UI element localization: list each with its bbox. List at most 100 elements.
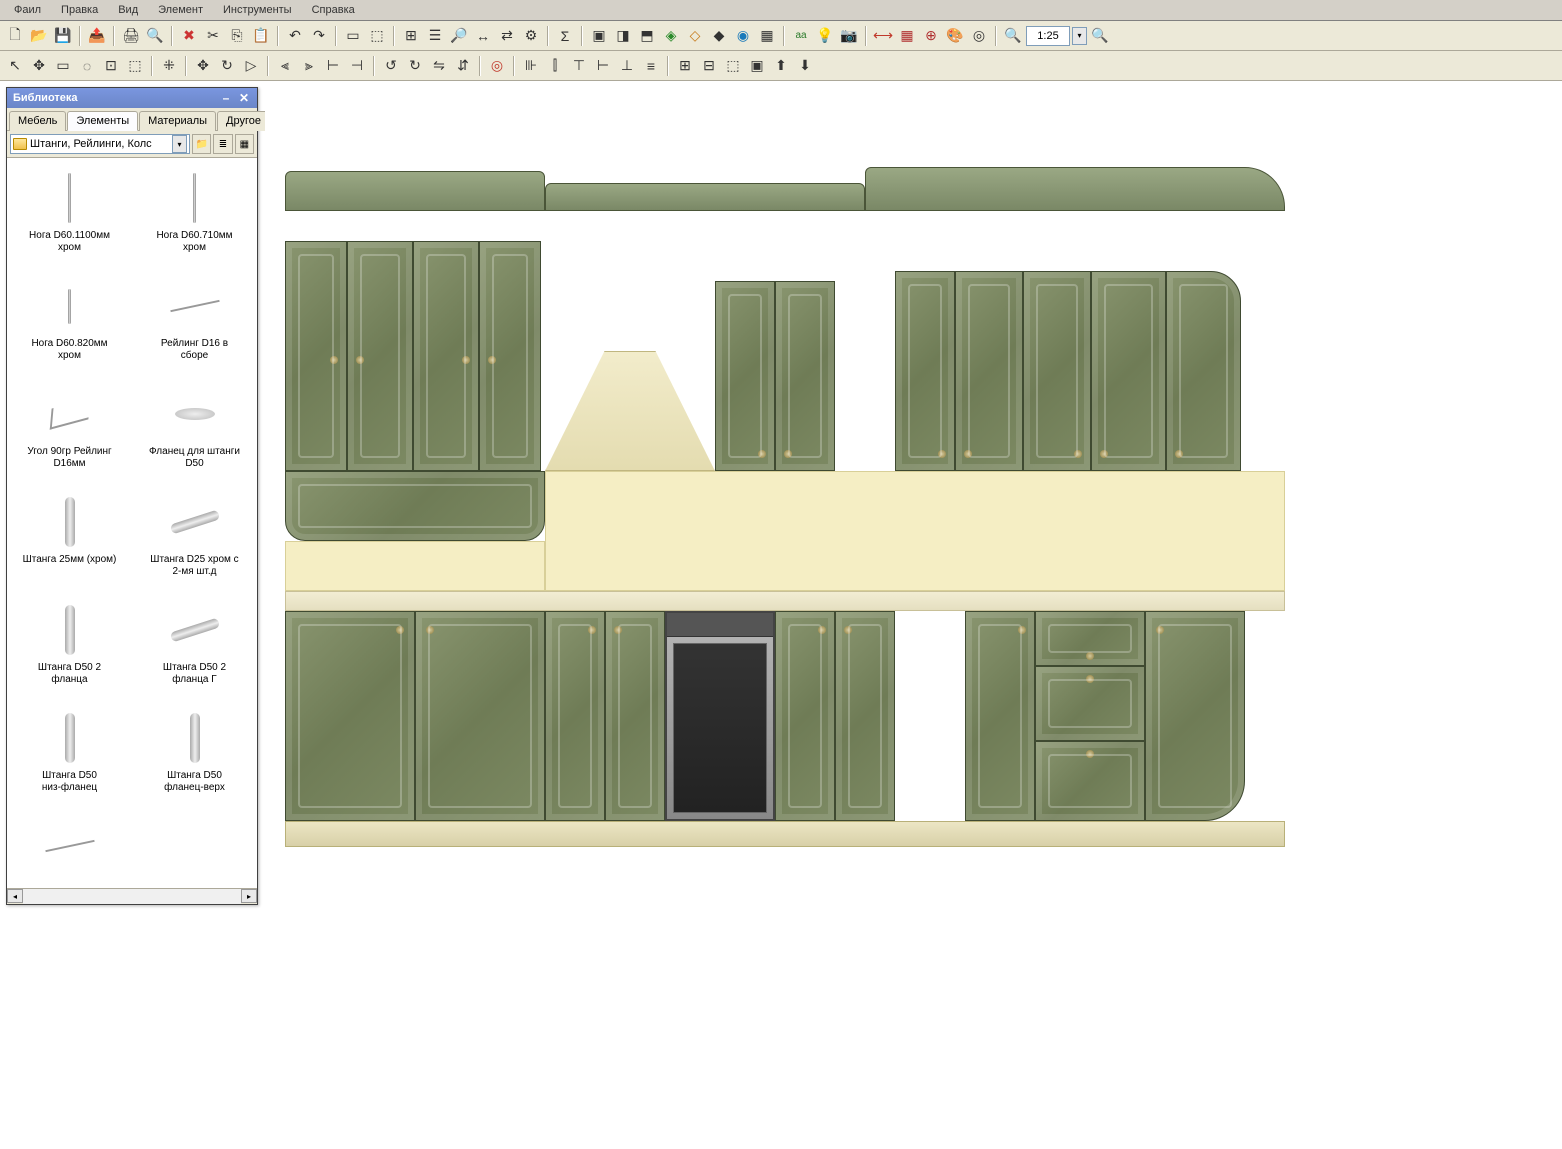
menu-help[interactable]: Справка [304, 2, 363, 18]
layers-icon[interactable]: ☰ [424, 25, 446, 47]
align-hcenter-icon[interactable]: ⊣ [346, 55, 368, 77]
scroll-right-icon[interactable]: ▸ [241, 889, 257, 903]
tab-elements[interactable]: Элементы [67, 111, 138, 131]
dimensions-icon[interactable]: ⟷ [872, 25, 894, 47]
folder-combo[interactable]: ▾ [10, 134, 190, 154]
menu-file[interactable]: Фаил [6, 2, 49, 18]
scroll-left-icon[interactable]: ◂ [7, 889, 23, 903]
tab-materials[interactable]: Материалы [139, 111, 216, 131]
replace-icon[interactable]: ⇄ [496, 25, 518, 47]
horizontal-scrollbar[interactable]: ◂ ▸ [7, 888, 257, 904]
folder-path-input[interactable] [30, 138, 172, 150]
center-target-icon[interactable]: ◎ [486, 55, 508, 77]
color-wheel-icon[interactable]: 🎨 [944, 25, 966, 47]
pointer-icon[interactable]: ↖ [4, 55, 26, 77]
distribute-h-icon[interactable]: ⊪ [520, 55, 542, 77]
design-canvas[interactable] [265, 111, 1552, 1011]
find-icon[interactable]: 🔎 [448, 25, 470, 47]
measure-icon[interactable]: ↔ [472, 25, 494, 47]
save-icon[interactable]: 💾 [52, 25, 74, 47]
scroll-track[interactable] [23, 889, 241, 904]
align-top-icon[interactable]: ⊤ [568, 55, 590, 77]
list-item[interactable]: Штанга D25 хром с 2-мя шт.д [134, 488, 255, 592]
move-grid-icon[interactable]: ⁜ [158, 55, 180, 77]
light-icon[interactable]: 💡 [814, 25, 836, 47]
zoom-in-icon[interactable]: 🔍 [1089, 25, 1111, 47]
snap-icon[interactable]: ⊕ [920, 25, 942, 47]
align-middle-icon[interactable]: ⊢ [592, 55, 614, 77]
redo-icon[interactable]: ↷ [308, 25, 330, 47]
copy-icon[interactable]: ⎘ [226, 25, 248, 47]
rotate-ccw-icon[interactable]: ↺ [380, 55, 402, 77]
ungroup-icon[interactable]: ⊟ [698, 55, 720, 77]
menu-view[interactable]: Вид [110, 2, 146, 18]
menu-edit[interactable]: Правка [53, 2, 106, 18]
properties-icon[interactable]: ⚙ [520, 25, 542, 47]
grid-icon[interactable]: ▦ [896, 25, 918, 47]
list-item[interactable]: Штанга D50 2 фланца Г [134, 596, 255, 700]
rotate-cw-icon[interactable]: ↻ [404, 55, 426, 77]
group-icon[interactable]: ⊞ [674, 55, 696, 77]
render-settings-icon[interactable]: ▦ [756, 25, 778, 47]
view-render-icon[interactable]: ◉ [732, 25, 754, 47]
delete-icon[interactable]: ✖ [178, 25, 200, 47]
rect-select-icon[interactable]: ▭ [52, 55, 74, 77]
tab-furniture[interactable]: Мебель [9, 111, 66, 131]
select-tool-icon[interactable]: ▭ [342, 25, 364, 47]
list-item[interactable]: Штанга 25мм (хром) [9, 488, 130, 592]
sum-icon[interactable]: Σ [554, 25, 576, 47]
list-item[interactable]: Штанга D50 2 фланца [9, 596, 130, 700]
menu-element[interactable]: Элемент [150, 2, 211, 18]
list-item[interactable]: Нога D60.820мм хром [9, 272, 130, 376]
move-precise-icon[interactable]: ▷ [240, 55, 262, 77]
order-forward-icon[interactable]: ⬆ [770, 55, 792, 77]
align-center-icon[interactable]: ⫸ [298, 55, 320, 77]
view-side-icon[interactable]: ◨ [612, 25, 634, 47]
order-backward-icon[interactable]: ⬇ [794, 55, 816, 77]
space-equal-icon[interactable]: ≡ [640, 55, 662, 77]
list-item[interactable]: Штанга D50 низ-фланец [9, 704, 130, 808]
align-bottom-icon[interactable]: ⊥ [616, 55, 638, 77]
order-front-icon[interactable]: ⬚ [722, 55, 744, 77]
undo-icon[interactable]: ↶ [284, 25, 306, 47]
select-all-icon[interactable]: ⬚ [366, 25, 388, 47]
close-icon[interactable]: ✕ [237, 91, 251, 105]
tab-other[interactable]: Другое [217, 111, 270, 131]
view-front-icon[interactable]: ▣ [588, 25, 610, 47]
marquee-icon[interactable]: ⬚ [124, 55, 146, 77]
view-top-icon[interactable]: ⬒ [636, 25, 658, 47]
scale-input[interactable] [1026, 26, 1070, 46]
list-item[interactable]: Рейлинг D16 в сборе [134, 272, 255, 376]
panel-titlebar[interactable]: Библиотека – ✕ [7, 88, 257, 108]
target-icon[interactable]: ◎ [968, 25, 990, 47]
library-items[interactable]: Нога D60.1100мм хром Нога D60.710мм хром… [7, 158, 257, 888]
lasso-icon[interactable]: ◌ [76, 55, 98, 77]
zoom-out-icon[interactable]: 🔍 [1002, 25, 1024, 47]
distribute-v-icon[interactable]: ⫿ [544, 55, 566, 77]
cut-icon[interactable]: ✂ [202, 25, 224, 47]
pan-icon[interactable]: ✥ [28, 55, 50, 77]
chevron-down-icon[interactable]: ▾ [172, 135, 187, 153]
node-icon[interactable]: ⊡ [100, 55, 122, 77]
align-right-icon[interactable]: ⊢ [322, 55, 344, 77]
kitchen-model[interactable] [285, 171, 1285, 951]
mirror-v-icon[interactable]: ⇵ [452, 55, 474, 77]
view-3d-icon[interactable]: ◈ [660, 25, 682, 47]
export-icon[interactable]: 📤 [86, 25, 108, 47]
mirror-h-icon[interactable]: ⇋ [428, 55, 450, 77]
new-file-icon[interactable]: 🗋 [4, 25, 26, 47]
camera-icon[interactable]: 📷 [838, 25, 860, 47]
grid-view-icon[interactable]: ▦ [235, 134, 254, 154]
minimize-icon[interactable]: – [219, 91, 233, 105]
order-back-icon[interactable]: ▣ [746, 55, 768, 77]
text-label-icon[interactable]: аа [790, 25, 812, 47]
print-preview-icon[interactable]: 🔍 [144, 25, 166, 47]
list-item[interactable] [9, 812, 130, 888]
list-item[interactable]: Нога D60.710мм хром [134, 164, 255, 268]
print-icon[interactable]: 🖨 [120, 25, 142, 47]
list-view-icon[interactable]: ≣ [213, 134, 232, 154]
list-item[interactable]: Угол 90гр Рейлинг D16мм [9, 380, 130, 484]
window-icon[interactable]: ⊞ [400, 25, 422, 47]
move-icon[interactable]: ✥ [192, 55, 214, 77]
list-item[interactable]: Нога D60.1100мм хром [9, 164, 130, 268]
